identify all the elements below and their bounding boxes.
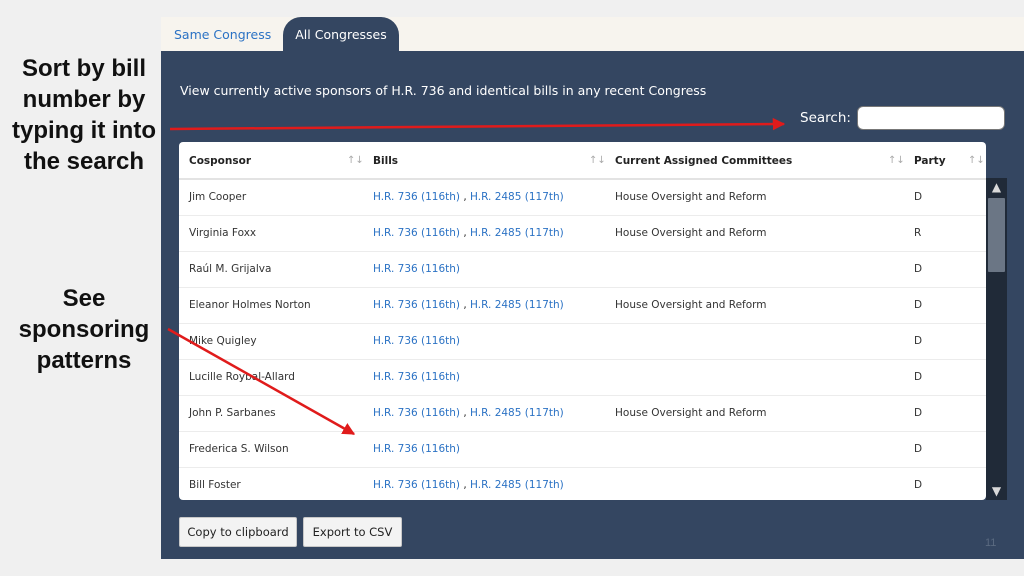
annotation-arrows xyxy=(167,117,786,436)
arrow-to-search xyxy=(169,117,786,131)
arrow-to-bills xyxy=(167,327,356,436)
